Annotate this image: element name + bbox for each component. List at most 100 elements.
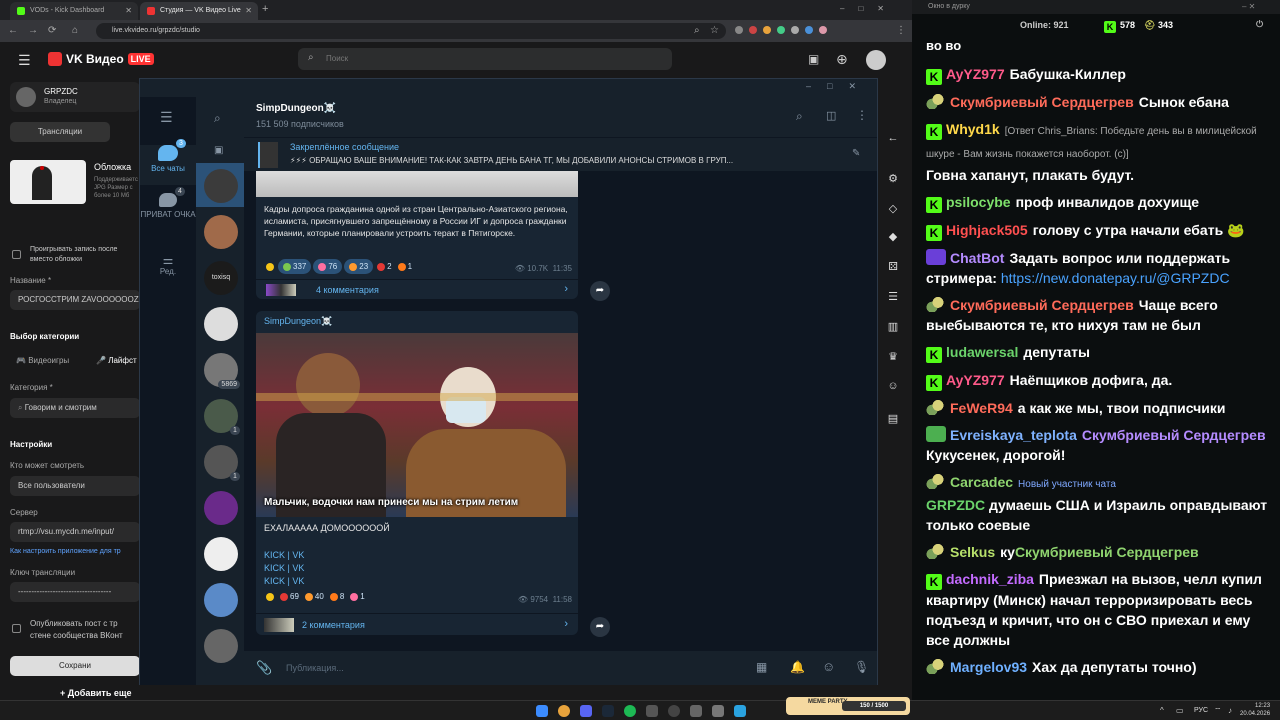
mention[interactable]: GRPZDC <box>926 497 989 513</box>
settings-icon[interactable]: ⏻ <box>1256 19 1263 30</box>
comments-button[interactable]: 2 комментария › <box>256 613 578 635</box>
chat-avatar[interactable]: toxisq <box>204 261 238 295</box>
bookmark-star-icon[interactable]: ☆ <box>710 25 719 36</box>
address-bar[interactable]: live.vkvideo.ru/grpzdc/studio <box>96 23 726 39</box>
reaction-chip[interactable]: 1 <box>348 589 366 604</box>
reaction-chip[interactable]: 76 <box>313 259 343 274</box>
cover-thumbnail[interactable] <box>10 160 86 204</box>
home-icon[interactable]: ⌂ <box>72 25 78 36</box>
post-link[interactable]: KICK | VK <box>264 575 304 588</box>
reaction-chip[interactable]: 1 <box>396 259 414 274</box>
publish-checkbox[interactable] <box>12 624 21 633</box>
chat-avatar[interactable] <box>204 491 238 525</box>
chat-icon[interactable]: ☺ <box>886 380 900 394</box>
stats-icon[interactable]: ▥ <box>886 320 900 334</box>
folder-all-chats[interactable]: 3 Все чаты <box>140 139 196 185</box>
close-tab-icon[interactable]: ✕ <box>125 6 132 15</box>
name-input[interactable]: РОСГОССТРИМ ZAVOOOOOOZ <box>10 290 140 310</box>
who-select[interactable]: Все пользователи <box>10 476 140 496</box>
archive-icon[interactable]: ▣ <box>214 145 223 156</box>
chat-username[interactable]: Margelov93 <box>950 659 1027 675</box>
forward-icon[interactable]: → <box>28 25 38 36</box>
settings-gear-icon[interactable]: ⚙ <box>886 172 900 186</box>
chat-username[interactable]: Whyd1k <box>946 121 1000 137</box>
save-button[interactable]: Сохрани <box>10 656 140 676</box>
howto-link[interactable]: Как настроить приложение для тр <box>10 548 121 555</box>
search-icon[interactable]: ⌕ <box>214 111 221 126</box>
life-tab[interactable]: 🎤 Лайфст <box>96 356 137 365</box>
chat-username[interactable]: Carcadec <box>950 474 1013 490</box>
diamond-icon[interactable]: ◇ <box>886 202 900 216</box>
search-input[interactable]: ⌕ Поиск <box>298 48 672 70</box>
extension-icon[interactable] <box>763 26 771 34</box>
dice-icon[interactable]: ⚄ <box>886 260 900 274</box>
app-icon[interactable] <box>690 705 702 717</box>
chat-username[interactable]: Selkus <box>950 544 995 560</box>
games-tab[interactable]: 🎮 Видеоигры <box>16 356 69 365</box>
window-controls[interactable]: – ✕ <box>1242 2 1255 11</box>
bell-icon[interactable]: 🔔 <box>790 660 805 674</box>
share-button[interactable]: ➦ <box>590 617 610 637</box>
app-icon[interactable] <box>712 705 724 717</box>
volume-icon[interactable]: ♪ <box>1228 706 1232 715</box>
user-avatar[interactable] <box>866 50 886 70</box>
broadcasts-button[interactable]: Трансляции <box>10 122 110 142</box>
chat-username[interactable]: Скумбриевый Сердцегрев <box>950 297 1134 313</box>
chat-avatar[interactable] <box>204 307 238 341</box>
mention[interactable]: Скумбриевый Сердцегрев <box>1082 427 1266 443</box>
post-photo[interactable]: Мальчик, водочки нам принеси мы на стрим… <box>256 333 578 517</box>
channel-title[interactable]: SimpDungeon☠️ <box>256 103 336 114</box>
download-icon[interactable] <box>805 26 813 34</box>
post-author[interactable]: SimpDungeon☠️ <box>264 316 332 327</box>
comments-button[interactable]: 4 комментария › <box>256 279 578 299</box>
extension-icon[interactable] <box>791 26 799 34</box>
reaction-chip[interactable]: 69 <box>278 589 301 604</box>
browser-tab-kick[interactable]: VODs - Kick Dashboard ✕ <box>10 2 138 20</box>
chat-username[interactable]: Highjack505 <box>946 222 1028 238</box>
app-icon[interactable] <box>646 705 658 717</box>
message-input[interactable]: Публикация... <box>286 663 344 673</box>
browser-tab-vk[interactable]: Студия — VK Видео Live ✕ <box>140 2 258 20</box>
key-input[interactable]: ----------------------------------- <box>10 582 140 602</box>
menu-kebab-icon[interactable]: ⋮ <box>896 25 906 36</box>
pin-list-icon[interactable]: ✎ <box>852 148 860 159</box>
reaction-chip[interactable]: 23 <box>344 259 374 274</box>
reload-icon[interactable]: ⟳ <box>48 25 56 36</box>
chat-username[interactable]: ludawersal <box>946 344 1018 360</box>
chat-avatar[interactable]: 5869 <box>204 353 240 389</box>
network-icon[interactable]: ▭ <box>1176 706 1184 715</box>
search-icon[interactable]: ⌕ <box>796 109 803 124</box>
microphone-icon[interactable]: 🎙 <box>854 660 869 674</box>
chat-avatar[interactable] <box>204 215 238 249</box>
chat-username[interactable]: FeWeR94 <box>950 400 1013 416</box>
chrome-icon[interactable] <box>558 705 570 717</box>
chat-username[interactable]: AyYZ977 <box>946 66 1005 82</box>
reaction-star[interactable] <box>264 589 276 604</box>
chat-username[interactable]: Evreiskaya_teplota <box>950 427 1077 443</box>
pinned-message-bar[interactable]: Закреплённое сообщение ⚡⚡⚡ ОБРАЩАЮ ВАШЕ … <box>244 137 877 171</box>
language-indicator[interactable]: РУС <box>1194 707 1208 714</box>
reaction-chip[interactable]: 8 <box>328 589 346 604</box>
spotify-icon[interactable] <box>624 705 636 717</box>
extension-icon[interactable] <box>735 26 743 34</box>
add-icon[interactable]: ⊕ <box>836 51 848 68</box>
mention[interactable]: Скумбриевый Сердцегрев <box>1015 544 1199 560</box>
share-button[interactable]: ➦ <box>590 281 610 301</box>
attach-icon[interactable]: 📎 <box>256 660 272 676</box>
discord-icon[interactable] <box>580 705 592 717</box>
back-icon[interactable]: ← <box>8 25 18 36</box>
extension-icon[interactable] <box>749 26 757 34</box>
post-media-tail[interactable] <box>256 171 578 197</box>
notifications-icon[interactable]: ▣ <box>808 52 819 66</box>
post-link[interactable]: KICK | VK <box>264 562 304 575</box>
chat-username[interactable]: ChatBot <box>950 250 1004 266</box>
reaction-chip[interactable]: 337 <box>278 259 312 274</box>
gem-icon[interactable]: ◆ <box>886 230 900 244</box>
reaction-chip[interactable]: 40 <box>303 589 326 604</box>
chat-link[interactable]: https://new.donatepay.ru/@GRPZDC <box>1001 270 1230 286</box>
chat-avatar[interactable] <box>204 629 238 663</box>
clock[interactable]: 12:23 20.04.2026 <box>1240 702 1270 718</box>
close-tab-icon[interactable]: ✕ <box>245 6 252 15</box>
more-icon[interactable]: ⋮ <box>856 108 868 122</box>
chat-avatar[interactable]: 1 <box>204 399 240 435</box>
